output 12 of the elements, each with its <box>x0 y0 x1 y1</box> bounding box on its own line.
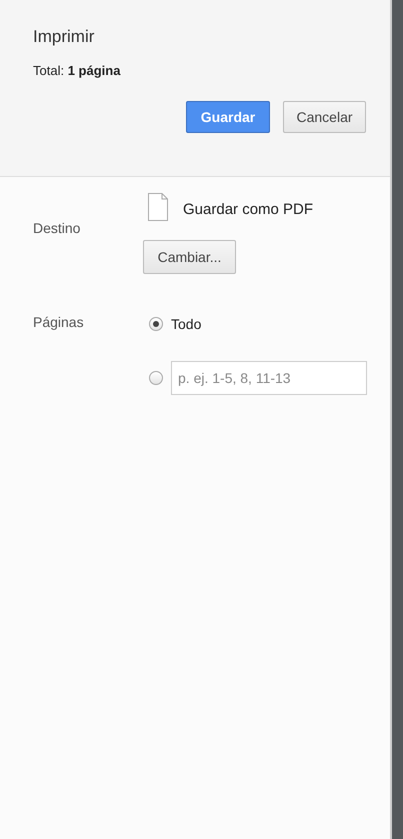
cancel-button[interactable]: Cancelar <box>283 101 366 133</box>
page-range-field[interactable]: p. ej. 1-5, 8, 11-13 <box>171 361 367 395</box>
destination-name: Guardar como PDF <box>183 200 314 218</box>
option-label: Todo <box>171 316 202 332</box>
destination-label: Destino <box>33 219 82 238</box>
page-total: Total: 1 página <box>33 63 122 78</box>
change-button[interactable]: Cambiar... <box>143 240 236 274</box>
document-icon <box>148 193 168 221</box>
dialog-title: Imprimir <box>33 27 96 47</box>
radio-button[interactable] <box>149 317 163 331</box>
radio-button[interactable] <box>149 371 163 385</box>
pages-label: Páginas <box>33 313 85 332</box>
